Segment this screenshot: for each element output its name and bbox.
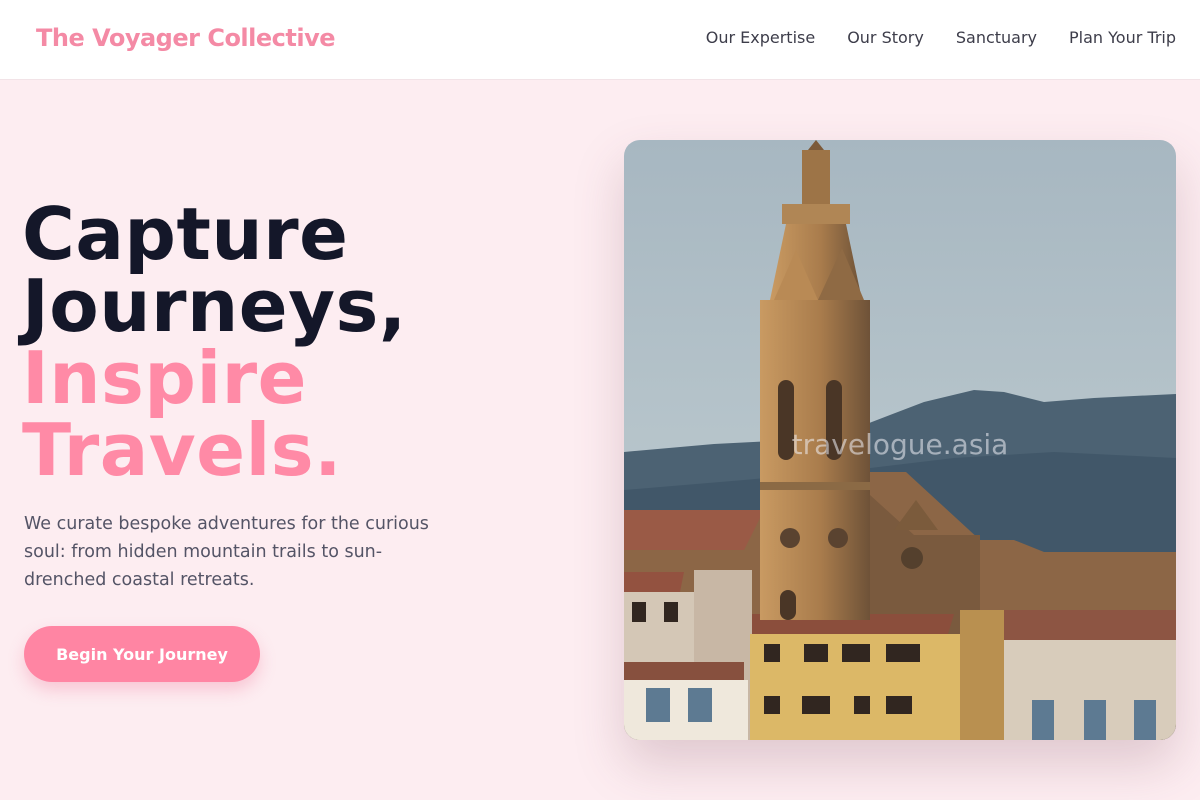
hero-section: Capture Journeys, Inspire Travels. We cu… xyxy=(0,80,1200,800)
headline-line-capture: Capture xyxy=(22,192,349,276)
nav-link-sanctuary[interactable]: Sanctuary xyxy=(956,28,1037,47)
nav-link-our-story[interactable]: Our Story xyxy=(847,28,924,47)
nav-link-plan-your-trip[interactable]: Plan Your Trip xyxy=(1069,28,1176,47)
headline-line-travels: Travels. xyxy=(22,408,342,492)
headline-line-journeys: Journeys, xyxy=(22,264,407,348)
hero-headline: Capture Journeys, Inspire Travels. xyxy=(22,198,407,486)
begin-journey-button[interactable]: Begin Your Journey xyxy=(24,626,260,682)
headline-line-inspire: Inspire xyxy=(22,336,307,420)
top-navigation-bar: The Voyager Collective Our Expertise Our… xyxy=(0,0,1200,80)
hero-description: We curate bespoke adventures for the cur… xyxy=(24,514,429,590)
nav-link-our-expertise[interactable]: Our Expertise xyxy=(706,28,815,47)
brand-logo-link[interactable]: The Voyager Collective xyxy=(36,24,336,52)
nav-links: Our Expertise Our Story Sanctuary Plan Y… xyxy=(706,28,1176,47)
bell-tower-photo xyxy=(624,140,1176,740)
hero-image-card: travelogue.asia xyxy=(624,140,1176,740)
